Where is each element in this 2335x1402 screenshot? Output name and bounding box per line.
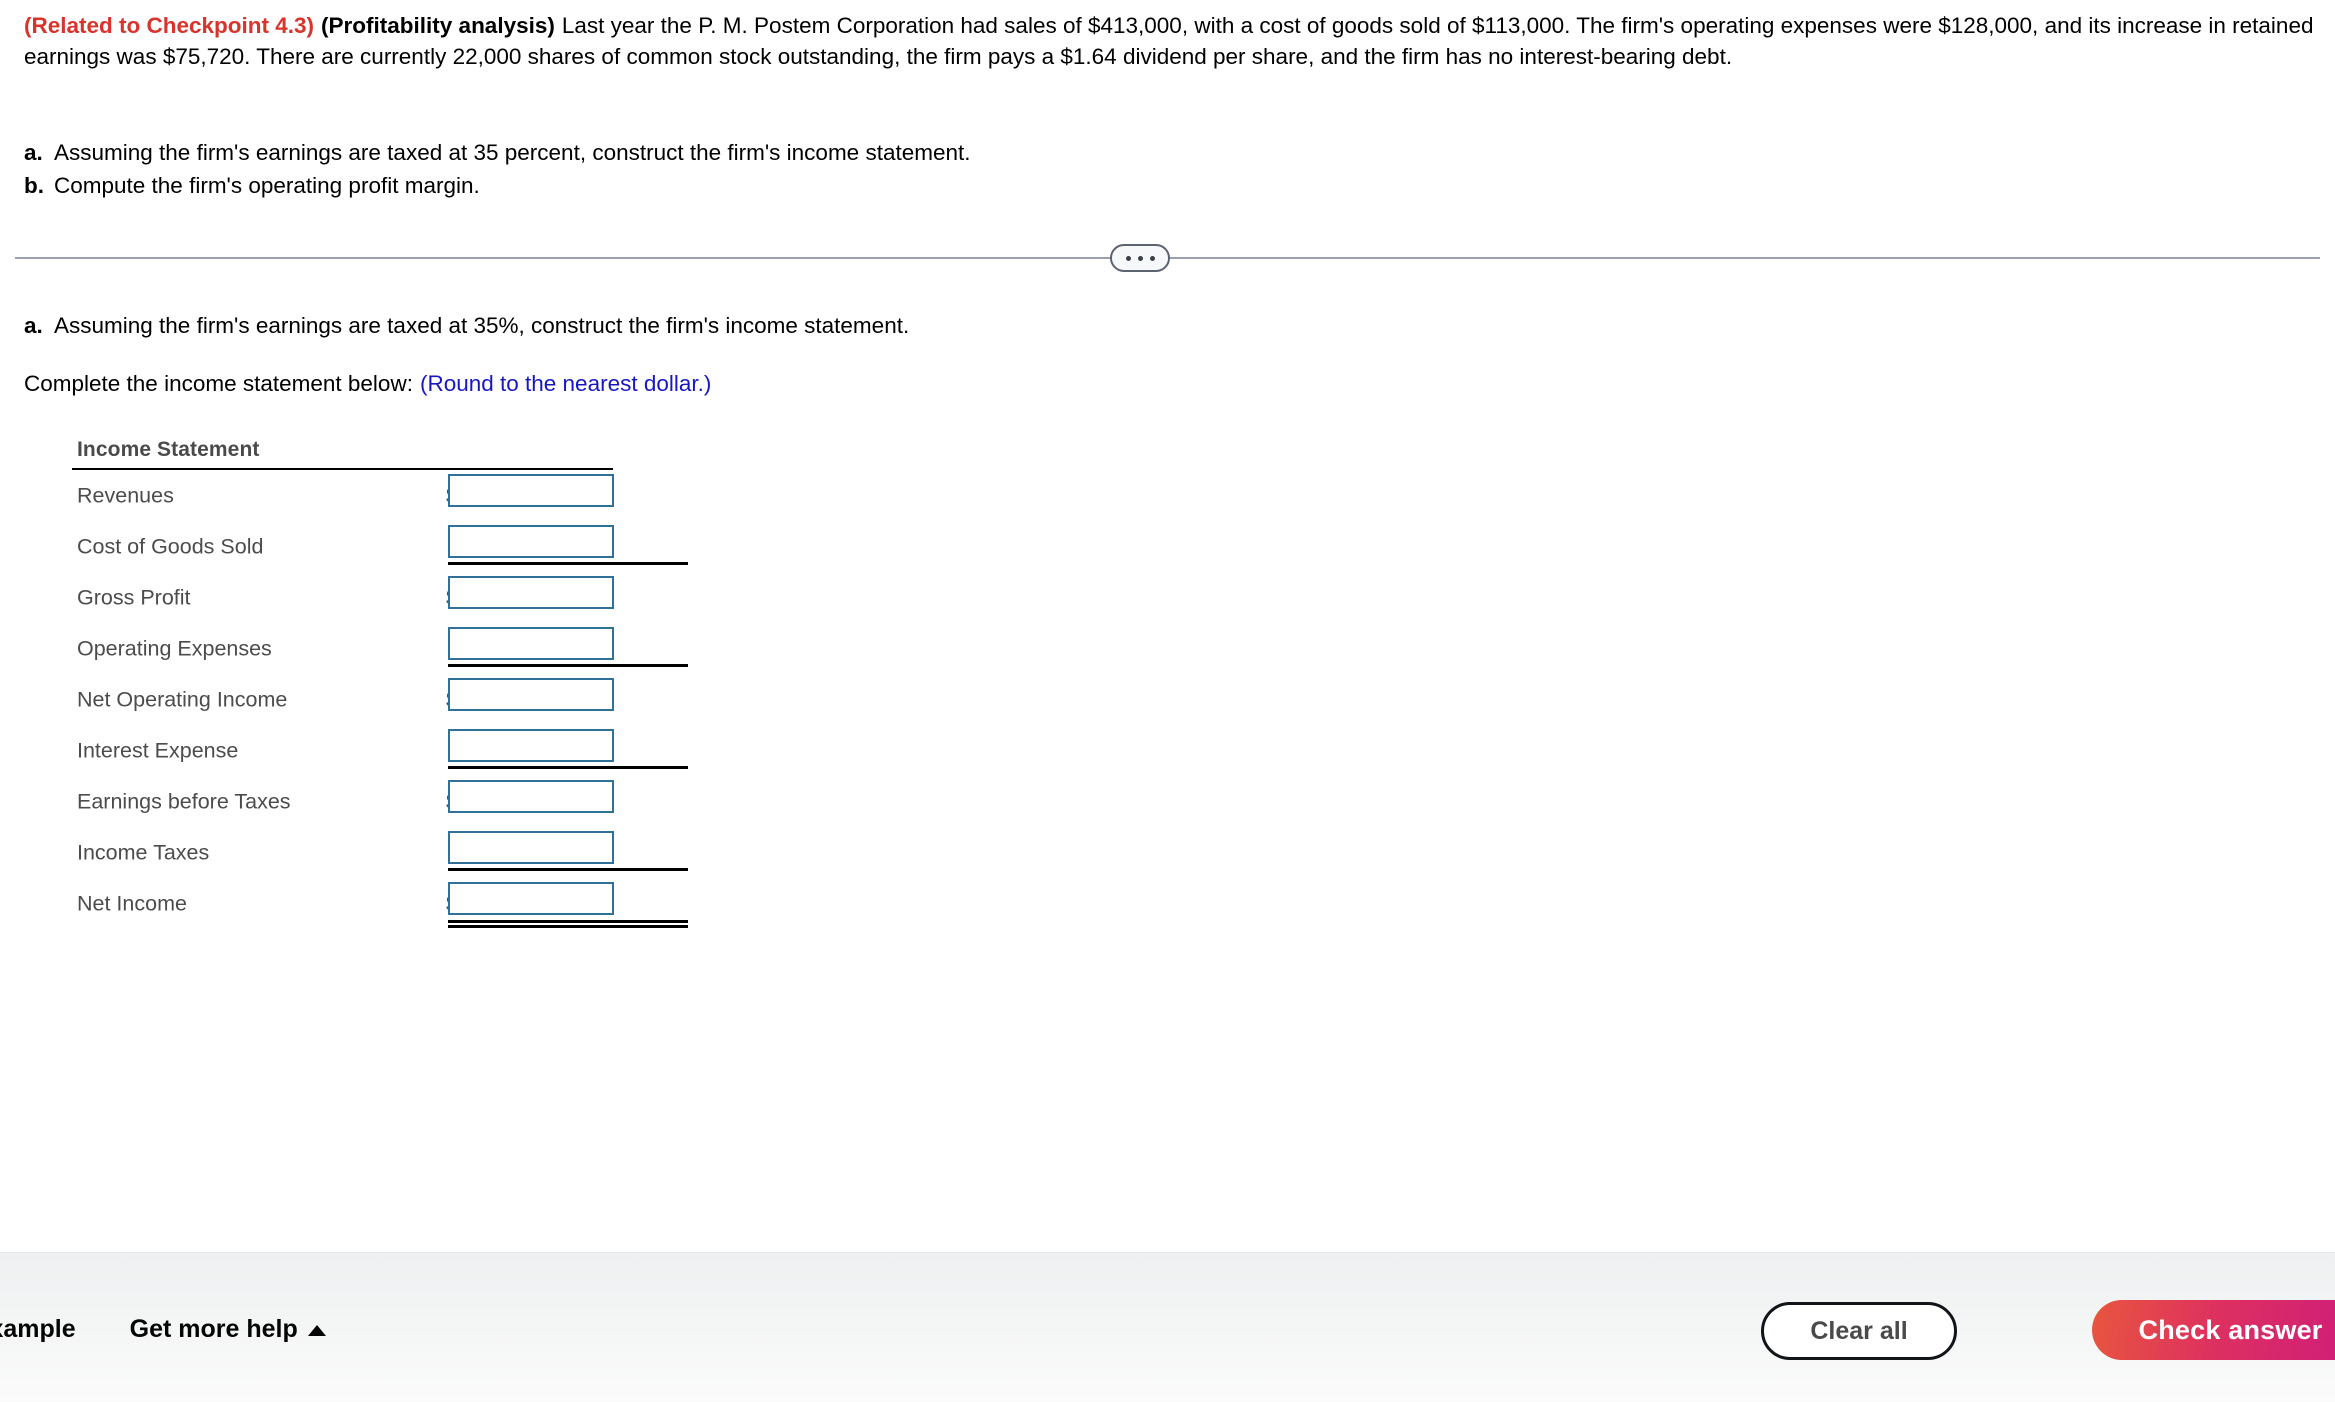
table-row: Operating Expenses	[72, 623, 688, 674]
row-label-operating-expenses: Operating Expenses	[77, 636, 272, 660]
part-b-letter: b.	[24, 173, 44, 198]
table-row: Earnings before Taxes $	[72, 776, 632, 827]
part-b-text: Compute the firm's operating profit marg…	[54, 173, 480, 198]
input-interest-expense[interactable]	[448, 729, 614, 762]
row-label-net-income: Net Income	[77, 891, 187, 915]
view-example-button[interactable]: View an example	[0, 1315, 76, 1344]
chevron-up-icon	[307, 1325, 326, 1336]
problem-topic: (Profitability analysis)	[321, 13, 555, 38]
subtotal-rule	[448, 868, 688, 871]
sub-question-letter: a.	[24, 313, 43, 338]
expand-ellipsis-button[interactable]	[1110, 244, 1170, 272]
row-label-cost-of-goods-sold: Cost of Goods Sold	[77, 534, 264, 558]
ellipsis-dot-icon	[1137, 255, 1143, 261]
table-row: Net Income $	[72, 878, 688, 929]
subtotal-rule	[448, 664, 688, 667]
input-income-taxes[interactable]	[448, 831, 614, 864]
complete-instruction: Complete the income statement below: (Rou…	[24, 368, 711, 399]
subtotal-rule	[448, 766, 688, 769]
total-double-rule	[448, 920, 688, 928]
checkpoint-reference: (Related to Checkpoint 4.3)	[24, 13, 315, 38]
table-row: Interest Expense	[72, 725, 688, 776]
table-row: Cost of Goods Sold	[72, 521, 688, 572]
row-label-revenues: Revenues	[77, 483, 174, 507]
footer-left-actions: View an example Get more help	[0, 1315, 326, 1344]
problem-statement: (Related to Checkpoint 4.3) (Profitabilit…	[24, 10, 2314, 72]
table-row: Gross Profit $	[72, 572, 632, 623]
get-more-help-label: Get more help	[129, 1315, 298, 1343]
row-label-earnings-before-taxes: Earnings before Taxes	[77, 789, 291, 813]
table-row: Income Taxes	[72, 827, 688, 878]
input-cost-of-goods-sold[interactable]	[448, 525, 614, 558]
sub-question-a: a. Assuming the firm's earnings are taxe…	[24, 310, 909, 341]
input-gross-profit[interactable]	[448, 576, 614, 609]
ellipsis-dot-icon	[1149, 255, 1155, 261]
section-divider	[0, 236, 2335, 280]
part-a-text: Assuming the firm's earnings are taxed a…	[54, 140, 971, 165]
row-label-income-taxes: Income Taxes	[77, 840, 210, 864]
problem-part-b: b. Compute the firm's operating profit m…	[24, 169, 1624, 202]
get-more-help-button[interactable]: Get more help	[130, 1315, 326, 1344]
footer-toolbar: View an example Get more help	[0, 1252, 2335, 1402]
clear-all-button[interactable]: Clear all	[1761, 1302, 1957, 1360]
input-earnings-before-taxes[interactable]	[448, 780, 614, 813]
ellipsis-dot-icon	[1125, 255, 1131, 261]
problem-parts-list: a. Assuming the firm's earnings are taxe…	[24, 136, 1624, 202]
problem-part-a: a. Assuming the firm's earnings are taxe…	[24, 136, 1624, 169]
row-label-gross-profit: Gross Profit	[77, 585, 191, 609]
complete-instruction-text: Complete the income statement below:	[24, 371, 413, 396]
sub-question-text: Assuming the firm's earnings are taxed a…	[54, 313, 910, 338]
row-label-interest-expense: Interest Expense	[77, 738, 239, 762]
input-net-operating-income[interactable]	[448, 678, 614, 711]
row-label-net-operating-income: Net Operating Income	[77, 687, 288, 711]
income-statement-title: Income Statement	[77, 438, 260, 461]
input-operating-expenses[interactable]	[448, 627, 614, 660]
input-revenues[interactable]	[448, 474, 614, 507]
part-a-letter: a.	[24, 140, 43, 165]
table-row: Net Operating Income $	[72, 674, 632, 725]
exercise-page: (Related to Checkpoint 4.3) (Profitabilit…	[0, 0, 2335, 1402]
income-statement-table: Income Statement Revenues $ Cost of Good…	[72, 438, 688, 929]
input-net-income[interactable]	[448, 882, 614, 915]
table-row: Revenues $	[72, 470, 632, 521]
subtotal-rule	[448, 562, 688, 565]
check-answer-button[interactable]: Check answer	[2092, 1300, 2335, 1360]
rounding-note: (Round to the nearest dollar.)	[419, 371, 712, 396]
